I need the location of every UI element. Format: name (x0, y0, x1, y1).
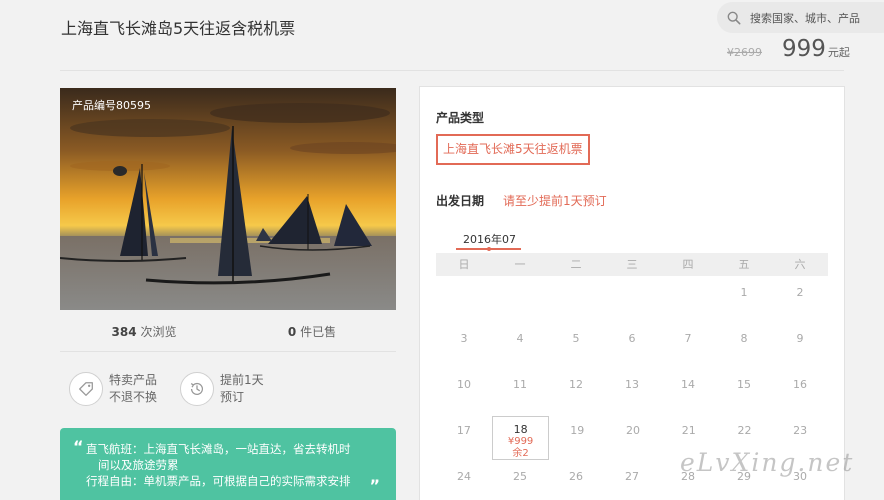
calendar-day: 3 (460, 332, 468, 345)
views-count: 384 (111, 325, 137, 339)
page-title: 上海直飞长滩岛5天往返含税机票 (61, 19, 296, 38)
feature-special-sale: 特卖产品 不退不换 (69, 372, 157, 406)
clock-icon (190, 382, 204, 395)
product-type-option[interactable]: 上海直飞长滩5天往返机票 (436, 134, 590, 165)
weekday-label: 二 (570, 258, 582, 271)
current-price: 999 (782, 36, 826, 62)
calendar-day-selected[interactable]: 18 ¥999 余2 (491, 416, 550, 460)
month-tab[interactable]: 2016年07 (463, 231, 516, 247)
calendar-day: 17 (456, 424, 471, 437)
calendar-day: 15 (737, 378, 751, 391)
calendar-week: 10 11 12 13 14 15 16 (436, 368, 828, 414)
calendar-day: 4 (516, 332, 524, 345)
calendar-day (604, 276, 660, 322)
product-code: 产品编号80595 (72, 99, 151, 112)
highlights-quote: “ 直飞航班：上海直飞长滩岛，一站直达，省去转机时 间以及旅途劳累 行程自由：单… (60, 428, 396, 500)
quote-open-mark: “ (73, 437, 84, 456)
calendar-day: 25 (513, 470, 527, 483)
search-input[interactable]: 搜索国家、城市、产品 (750, 10, 860, 26)
departure-date-label: 出发日期 (436, 194, 485, 208)
booking-note: 请至少提前1天预订 (503, 194, 607, 208)
quote-line: 行程自由：单机票产品，可根据自己的实际需求安排 (86, 474, 351, 488)
calendar-day: 10 (457, 378, 471, 391)
day-price: ¥999 (507, 436, 534, 447)
calendar-day: 11 (513, 378, 527, 391)
day-number: 18 (513, 423, 528, 436)
watermark: eLvXing.net (680, 448, 855, 477)
views-stat: 384 次浏览 (60, 323, 228, 340)
weekday-label: 四 (682, 258, 694, 271)
feature-line2: 预订 (220, 390, 245, 404)
price-block: ¥2699 999 元起 (727, 36, 850, 62)
weekday-label: 一 (514, 258, 526, 271)
tag-icon (79, 382, 93, 396)
calendar-day: 12 (569, 378, 583, 391)
calendar-day (548, 276, 604, 322)
views-label: 次浏览 (140, 325, 177, 339)
sold-stat: 0 件已售 (228, 323, 396, 340)
product-photo: 产品编号80595 (60, 88, 396, 310)
booking-panel: 产品类型 上海直飞长滩5天往返机票 出发日期 请至少提前1天预订 2016年07… (419, 86, 845, 500)
weekday-label: 日 (458, 258, 470, 271)
header-divider (60, 70, 844, 71)
feature-advance-booking: 提前1天 预订 (180, 372, 264, 406)
calendar-day: 9 (796, 332, 804, 345)
calendar-day (492, 276, 548, 322)
product-type-label: 产品类型 (436, 111, 485, 125)
calendar-day: 14 (681, 378, 695, 391)
calendar-week: 3 4 5 6 7 8 9 (436, 322, 828, 368)
day-remaining: 余2 (512, 448, 529, 459)
calendar-day: 27 (625, 470, 639, 483)
quote-line: 间以及旅途劳累 (98, 458, 179, 472)
weekday-label: 六 (794, 258, 806, 271)
calendar-day: 5 (572, 332, 580, 345)
calendar-day: 19 (570, 424, 585, 437)
feature-line1: 提前1天 (220, 373, 264, 387)
calendar-day: 16 (793, 378, 807, 391)
stats-divider (60, 351, 396, 352)
calendar-day: 24 (457, 470, 471, 483)
feature-line1: 特卖产品 (109, 373, 158, 387)
quote-close-mark: ” (369, 476, 380, 495)
calendar-day: 2 (796, 286, 804, 299)
sold-label: 件已售 (300, 325, 337, 339)
calendar-day: 20 (626, 424, 641, 437)
calendar-day: 8 (740, 332, 748, 345)
calendar-day (436, 276, 492, 322)
month-tab-indicator (487, 247, 491, 251)
calendar-day: 13 (625, 378, 639, 391)
calendar-week: 12 (436, 276, 828, 322)
search-icon[interactable] (727, 11, 741, 25)
feature-line2: 不退不换 (109, 390, 158, 404)
calendar-day: 1 (740, 286, 748, 299)
quote-line: 直飞航班：上海直飞长滩岛，一站直达，省去转机时 (86, 442, 351, 456)
weekday-header: 日 一 二 三 四 五 六 (436, 253, 828, 276)
original-price: ¥2699 (727, 46, 762, 59)
calendar-day: 26 (569, 470, 583, 483)
calendar-day: 6 (628, 332, 636, 345)
weekday-label: 三 (626, 258, 638, 271)
calendar-day: 7 (684, 332, 692, 345)
search-box[interactable]: 搜索国家、城市、产品 (717, 2, 884, 33)
weekday-label: 五 (738, 258, 750, 271)
price-unit: 元起 (827, 46, 850, 59)
sold-count: 0 (287, 325, 297, 339)
stats-bar: 384 次浏览 0 件已售 (60, 323, 396, 340)
calendar-day (660, 276, 716, 322)
